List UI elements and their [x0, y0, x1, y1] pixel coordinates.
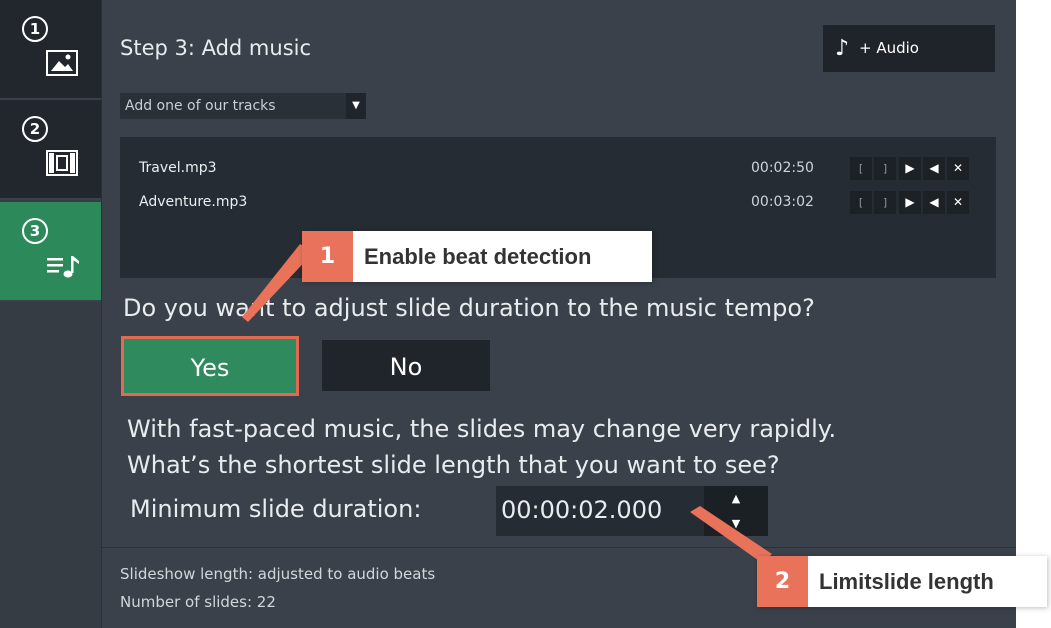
increment-arrow-icon[interactable]: ▲	[704, 486, 768, 511]
no-button[interactable]: No	[322, 340, 490, 391]
play-icon[interactable]: ▶	[899, 157, 921, 180]
callout-text: Limitslide length	[819, 569, 994, 594]
yes-button[interactable]: Yes	[121, 336, 299, 396]
trim-start-icon[interactable]: [	[850, 157, 872, 180]
trim-end-icon[interactable]: ]	[874, 157, 896, 180]
step-number: 3	[22, 218, 48, 244]
beat-info-text: With fast-paced music, the slides may ch…	[127, 411, 836, 483]
sidebar-step-3[interactable]: 3	[0, 202, 101, 302]
music-note-icon: ♪	[835, 36, 850, 61]
callout-number: 2	[757, 556, 808, 607]
min-duration-label: Minimum slide duration:	[130, 495, 422, 523]
film-icon	[46, 150, 78, 176]
music-list-icon	[47, 256, 79, 278]
main-panel: Step 3: Add music ♪ + Audio Add one of o…	[101, 0, 1016, 628]
beat-detection-question: Do you want to adjust slide duration to …	[123, 294, 815, 322]
add-audio-label: + Audio	[859, 39, 919, 57]
add-audio-button[interactable]: ♪ + Audio	[823, 25, 995, 72]
min-duration-value: 00:00:02.000	[501, 496, 663, 524]
callout-text: Enable beat detection	[364, 244, 592, 269]
sidebar: 1 2 3	[0, 0, 102, 628]
volume-icon[interactable]: ◀	[923, 157, 945, 180]
image-icon	[46, 50, 78, 76]
callout-limit-slide-length: 2 Limitslide length	[757, 556, 1047, 607]
track-row[interactable]: Adventure.mp3 00:03:02 [ ] ▶ ◀ ✕	[120, 191, 996, 217]
track-name: Adventure.mp3	[139, 194, 248, 210]
sidebar-step-2[interactable]: 2	[0, 100, 101, 200]
track-row[interactable]: Travel.mp3 00:02:50 [ ] ▶ ◀ ✕	[120, 157, 996, 183]
chevron-down-icon: ▼	[346, 93, 366, 119]
play-icon[interactable]: ▶	[899, 191, 921, 214]
step-number: 1	[22, 16, 48, 42]
track-duration: 00:03:02	[751, 194, 814, 210]
callout-number: 1	[302, 231, 353, 282]
slideshow-length-text: Slideshow length: adjusted to audio beat…	[120, 565, 436, 583]
decrement-arrow-icon[interactable]: ▼	[704, 511, 768, 536]
min-duration-field[interactable]: 00:00:02.000 ▲ ▼	[496, 486, 768, 536]
info-line: With fast-paced music, the slides may ch…	[127, 415, 837, 443]
divider	[101, 547, 1016, 548]
page-title: Step 3: Add music	[120, 36, 312, 60]
info-line: What’s the shortest slide length that yo…	[127, 451, 780, 479]
tracks-dropdown-value: Add one of our tracks	[125, 98, 276, 114]
step-number: 2	[22, 116, 48, 142]
track-name: Travel.mp3	[139, 160, 217, 176]
callout-enable-beat-detection: 1 Enable beat detection	[302, 231, 652, 282]
track-duration: 00:02:50	[751, 160, 814, 176]
trim-end-icon[interactable]: ]	[874, 191, 896, 214]
remove-track-icon[interactable]: ✕	[947, 191, 969, 214]
sidebar-step-1[interactable]: 1	[0, 0, 101, 100]
volume-icon[interactable]: ◀	[923, 191, 945, 214]
number-of-slides-text: Number of slides: 22	[120, 593, 276, 611]
remove-track-icon[interactable]: ✕	[947, 157, 969, 180]
tracks-dropdown[interactable]: Add one of our tracks ▼	[120, 93, 366, 119]
app-window: 1 2 3 Step 3: Add music ♪ + Audio Add on…	[0, 0, 1016, 628]
trim-start-icon[interactable]: [	[850, 191, 872, 214]
